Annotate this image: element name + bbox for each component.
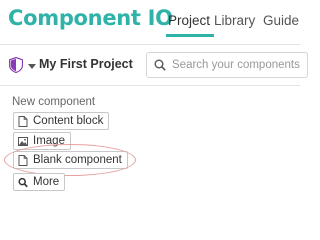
project-dropdown-caret-icon[interactable] xyxy=(28,64,36,69)
tab-library[interactable]: Library xyxy=(214,13,255,28)
more-label: More xyxy=(33,176,60,188)
project-toolbar: My First Project xyxy=(0,44,308,86)
file-icon xyxy=(18,154,28,166)
new-component-heading: New component xyxy=(12,96,96,108)
search-icon xyxy=(18,177,28,187)
app-logo[interactable]: Component IO xyxy=(8,6,173,30)
content-block-label: Content block xyxy=(33,115,104,127)
project-selector[interactable]: My First Project xyxy=(39,57,133,71)
tab-guide[interactable]: Guide xyxy=(263,13,299,28)
search-box[interactable] xyxy=(146,52,308,78)
app-header: Component IO Project Library Guide xyxy=(0,0,300,42)
active-tab-indicator xyxy=(166,34,214,37)
more-button[interactable]: More xyxy=(13,173,66,191)
search-input[interactable] xyxy=(172,56,302,74)
search-icon xyxy=(154,59,166,71)
tab-project[interactable]: Project xyxy=(168,13,210,28)
shield-icon[interactable] xyxy=(9,57,23,73)
file-icon xyxy=(18,115,28,127)
image-label: Image xyxy=(33,135,65,147)
blank-component-button[interactable]: Blank component xyxy=(13,151,128,169)
image-button[interactable]: Image xyxy=(13,132,71,150)
image-icon xyxy=(18,136,28,146)
blank-component-label: Blank component xyxy=(33,154,122,166)
content-block-button[interactable]: Content block xyxy=(13,112,110,130)
